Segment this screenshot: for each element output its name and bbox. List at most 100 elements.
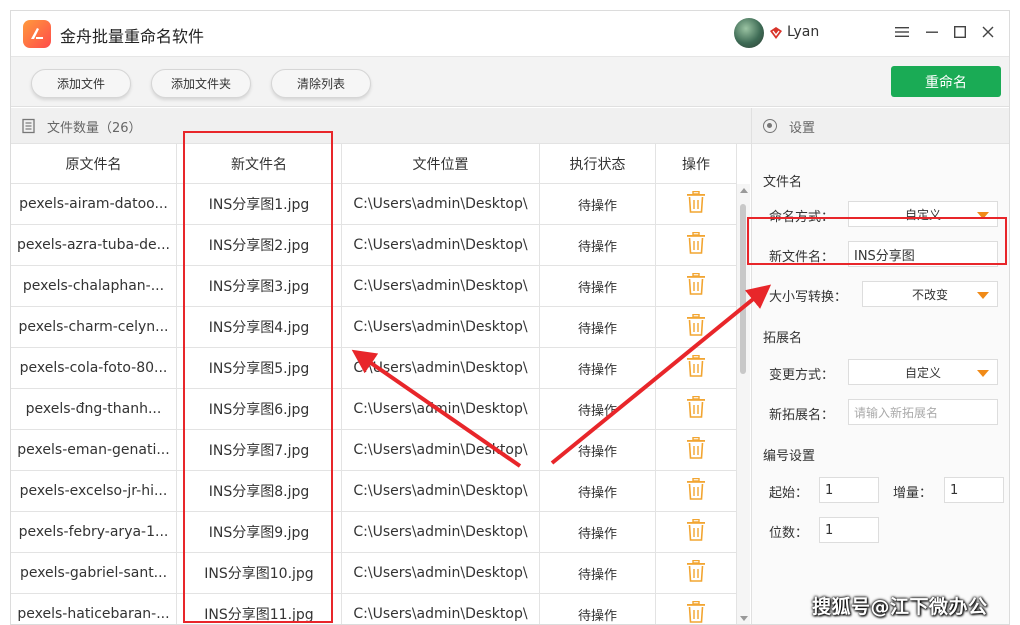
add-folder-button[interactable]: 添加文件夹 (151, 69, 251, 98)
clear-list-button[interactable]: 清除列表 (271, 69, 371, 98)
chevron-down-icon (977, 292, 989, 299)
cell-location: C:\Users\admin\Desktop\ (342, 307, 540, 348)
title-bar: 金舟批量重命名软件 Lyan (11, 11, 1009, 57)
digits-label: 位数： (769, 526, 809, 541)
trash-icon[interactable] (686, 395, 706, 422)
cell-location: C:\Users\admin\Desktop\ (342, 512, 540, 553)
settings-title: 设置 (789, 121, 816, 136)
maximize-icon[interactable] (949, 21, 971, 43)
case-conversion-label: 大小写转换： (769, 290, 848, 305)
cell-status: 待操作 (540, 348, 656, 389)
cell-original-name: pexels-charm-celyn... (11, 307, 177, 348)
delete-row-button[interactable] (656, 348, 737, 389)
delete-row-button[interactable] (656, 389, 737, 430)
cell-location: C:\Users\admin\Desktop\ (342, 594, 540, 624)
delete-row-button[interactable] (656, 471, 737, 512)
cell-original-name: pexels-excelso-jr-hi... (11, 471, 177, 512)
delete-row-button[interactable] (656, 553, 737, 594)
trash-icon[interactable] (686, 600, 706, 624)
cell-location: C:\Users\admin\Desktop\ (342, 553, 540, 594)
scroll-up-icon[interactable] (740, 188, 748, 193)
minimize-icon[interactable] (921, 21, 943, 43)
cell-status: 待操作 (540, 184, 656, 225)
rename-button[interactable]: 重命名 (891, 66, 1001, 97)
cell-original-name: pexels-chalaphan-... (11, 266, 177, 307)
cell-original-name: pexels-gabriel-sant... (11, 553, 177, 594)
settings-header: 设置 (752, 108, 1009, 144)
cell-status: 待操作 (540, 512, 656, 553)
file-table: 原文件名 新文件名 文件位置 执行状态 操作 pexels-airam-dato… (11, 144, 737, 624)
new-extension-label: 新拓展名： (769, 408, 835, 423)
change-method-select[interactable]: 自定义 (848, 359, 998, 385)
case-conversion-select[interactable]: 不改变 (862, 281, 998, 307)
trash-icon[interactable] (686, 436, 706, 463)
cell-status: 待操作 (540, 225, 656, 266)
cell-original-name: pexels-azra-tuba-de... (11, 225, 177, 266)
trash-icon[interactable] (686, 477, 706, 504)
delete-row-button[interactable] (656, 594, 737, 624)
cell-original-name: pexels-đng-thanh... (11, 389, 177, 430)
column-header-original-name[interactable]: 原文件名 (11, 144, 177, 184)
vip-badge-icon (770, 27, 782, 39)
delete-row-button[interactable] (656, 430, 737, 471)
trash-icon[interactable] (686, 313, 706, 340)
delete-row-button[interactable] (656, 512, 737, 553)
watermark: 搜狐号@江下微办公 (812, 596, 988, 618)
cell-original-name: pexels-cola-foto-80... (11, 348, 177, 389)
file-list-header: 文件数量（26） (11, 108, 751, 144)
change-method-value: 自定义 (904, 365, 941, 380)
app-title: 金舟批量重命名软件 (60, 27, 205, 46)
increment-label: 增量： (893, 486, 933, 501)
trash-icon[interactable] (686, 190, 706, 217)
column-header-status[interactable]: 执行状态 (540, 144, 656, 184)
cell-status: 待操作 (540, 430, 656, 471)
cell-original-name: pexels-airam-datoo... (11, 184, 177, 225)
delete-row-button[interactable] (656, 266, 737, 307)
extension-section-title: 拓展名 (763, 331, 803, 346)
add-file-button[interactable]: 添加文件 (31, 69, 131, 98)
app-window: 金舟批量重命名软件 Lyan 添加文件 添加文件夹 清除列表 重命名 文件数量（… (10, 10, 1010, 625)
trash-icon[interactable] (686, 518, 706, 545)
cell-location: C:\Users\admin\Desktop\ (342, 389, 540, 430)
delete-row-button[interactable] (656, 225, 737, 266)
cell-location: C:\Users\admin\Desktop\ (342, 225, 540, 266)
numbering-section-title: 编号设置 (763, 449, 816, 464)
filename-section-title: 文件名 (763, 175, 803, 190)
cell-location: C:\Users\admin\Desktop\ (342, 348, 540, 389)
column-header-action: 操作 (656, 144, 737, 184)
new-extension-input[interactable]: 请输入新拓展名 (848, 399, 998, 425)
cell-status: 待操作 (540, 266, 656, 307)
file-list-icon (22, 118, 35, 134)
user-avatar[interactable] (734, 18, 764, 48)
cell-location: C:\Users\admin\Desktop\ (342, 430, 540, 471)
cell-status: 待操作 (540, 553, 656, 594)
annotation-box-new-filename-field (747, 217, 1007, 265)
cell-location: C:\Users\admin\Desktop\ (342, 184, 540, 225)
file-count-label: 文件数量（26） (47, 121, 142, 136)
cell-status: 待操作 (540, 471, 656, 512)
scroll-down-icon[interactable] (740, 616, 748, 621)
settings-panel: 设置 文件名 命名方式： 自定义 新文件名： INS分享图 大小写转换： 不改变… (751, 108, 1009, 624)
case-conversion-value: 不改变 (911, 287, 948, 302)
close-icon[interactable] (977, 21, 999, 43)
cell-original-name: pexels-haticebaran-... (11, 594, 177, 624)
cell-location: C:\Users\admin\Desktop\ (342, 471, 540, 512)
scrollbar-thumb[interactable] (740, 204, 746, 374)
trash-icon[interactable] (686, 231, 706, 258)
change-method-label: 变更方式： (769, 368, 835, 383)
trash-icon[interactable] (686, 559, 706, 586)
chevron-down-icon (977, 370, 989, 377)
start-input[interactable]: 1 (819, 477, 879, 503)
cell-original-name: pexels-eman-genati... (11, 430, 177, 471)
column-header-location[interactable]: 文件位置 (342, 144, 540, 184)
delete-row-button[interactable] (656, 307, 737, 348)
increment-input[interactable]: 1 (944, 477, 1004, 503)
digits-input[interactable]: 1 (819, 517, 879, 543)
delete-row-button[interactable] (656, 184, 737, 225)
settings-radio-icon (763, 119, 777, 133)
trash-icon[interactable] (686, 272, 706, 299)
username[interactable]: Lyan (787, 24, 819, 40)
trash-icon[interactable] (686, 354, 706, 381)
menu-icon[interactable] (891, 21, 913, 43)
cell-original-name: pexels-febry-arya-1... (11, 512, 177, 553)
